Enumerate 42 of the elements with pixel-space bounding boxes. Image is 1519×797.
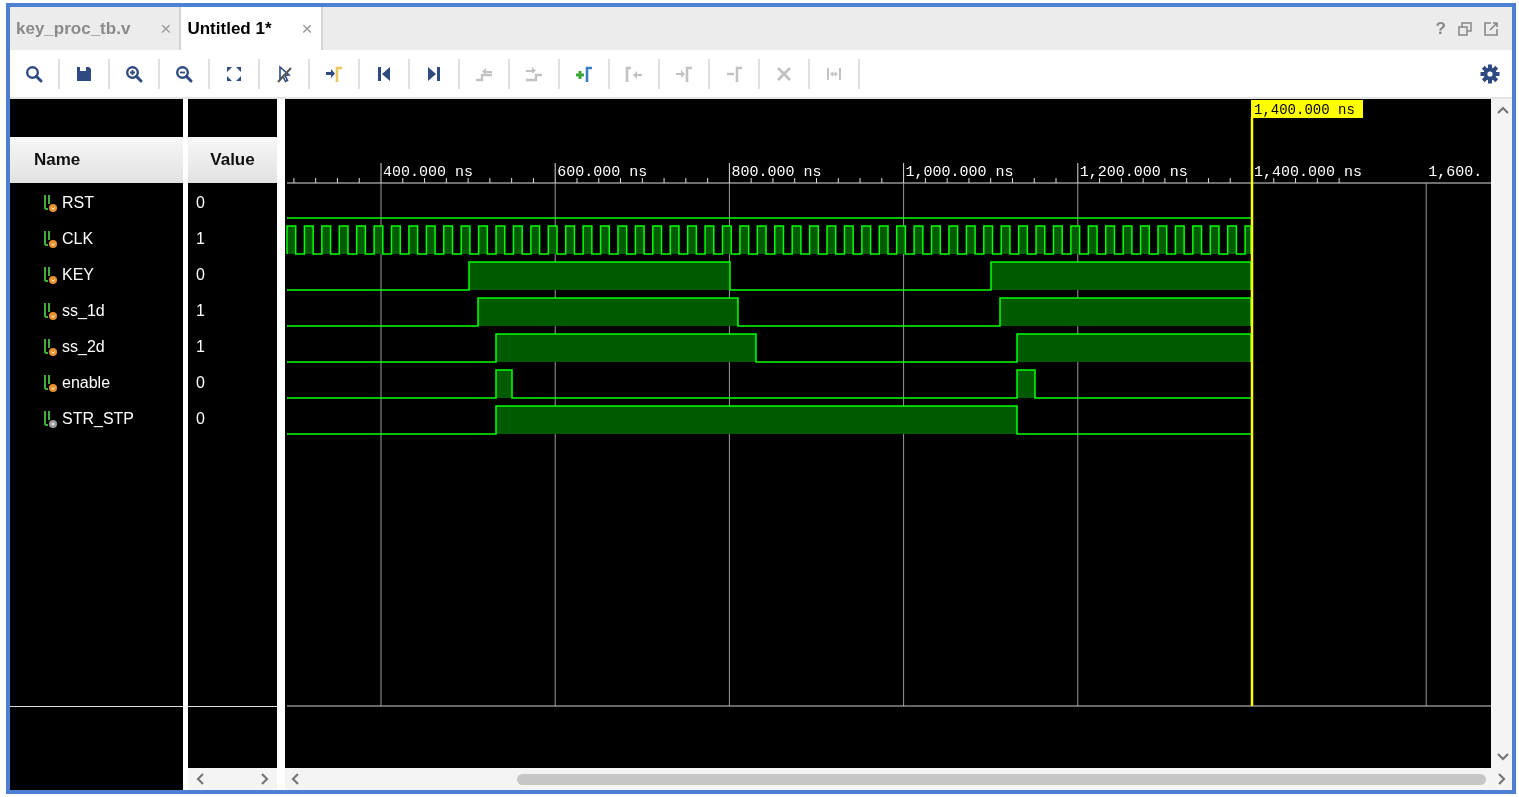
signal-value: 1: [196, 337, 205, 357]
signal-name[interactable]: enable: [62, 371, 111, 395]
signal-icon: [42, 229, 58, 249]
signal-icon: [42, 301, 58, 321]
signal-name[interactable]: RST: [62, 191, 94, 215]
signal-icon: [42, 409, 58, 429]
time-label: 1,200.000 ns: [1079, 164, 1188, 181]
column-header[interactable]: Name: [10, 137, 183, 183]
settings-icon[interactable]: [1480, 63, 1500, 84]
cursor-time-label: 1,400.000 ns: [1251, 100, 1363, 118]
signal-name[interactable]: STR_STP: [62, 407, 134, 431]
search-icon: [24, 63, 44, 84]
signal-value: 0: [196, 373, 205, 393]
zoom-out-icon: [174, 63, 194, 84]
signal-value: 0: [196, 193, 205, 213]
signal-value: 0: [196, 265, 205, 285]
cursor-line[interactable]: [1250, 117, 1254, 706]
signal-value: 0: [196, 409, 205, 429]
signal-name[interactable]: CLK: [62, 227, 94, 251]
signal-icon: [42, 193, 58, 213]
signal-icon: [42, 265, 58, 285]
column-header[interactable]: Value: [188, 137, 277, 183]
signal-value: 1: [196, 229, 205, 249]
time-label: 1,000.000 ns: [905, 164, 1014, 181]
signal-name[interactable]: ss_1d: [62, 299, 105, 323]
time-label: 400.000 ns: [383, 164, 473, 181]
float-window-icon[interactable]: [1484, 21, 1498, 36]
tab[interactable]: Untitled 1* ×: [181, 7, 323, 50]
signal-icon: [42, 337, 58, 357]
scrollbar-thumb[interactable]: [517, 773, 1486, 785]
signal-icon: [42, 373, 58, 393]
time-label: 600.000 ns: [557, 164, 648, 181]
zoom-in-icon: [124, 63, 144, 84]
time-label: 1,400.000 ns: [1254, 164, 1363, 181]
restore-icon[interactable]: [1458, 21, 1472, 36]
waveform-view[interactable]: 400.000 ns 600.000 ns 800.000 ns 1,000.000 ns 1,200.000 ns 1,400.000 ns 1,600. 1,400.000 ns: [285, 99, 1491, 768]
time-label: 1,600.: [1428, 164, 1483, 181]
time-label: 800.000 ns: [731, 164, 822, 181]
signal-name[interactable]: KEY: [62, 263, 94, 287]
signal-name[interactable]: ss_2d: [62, 335, 105, 359]
signal-value: 1: [196, 301, 205, 321]
snap-icon: [274, 63, 294, 84]
